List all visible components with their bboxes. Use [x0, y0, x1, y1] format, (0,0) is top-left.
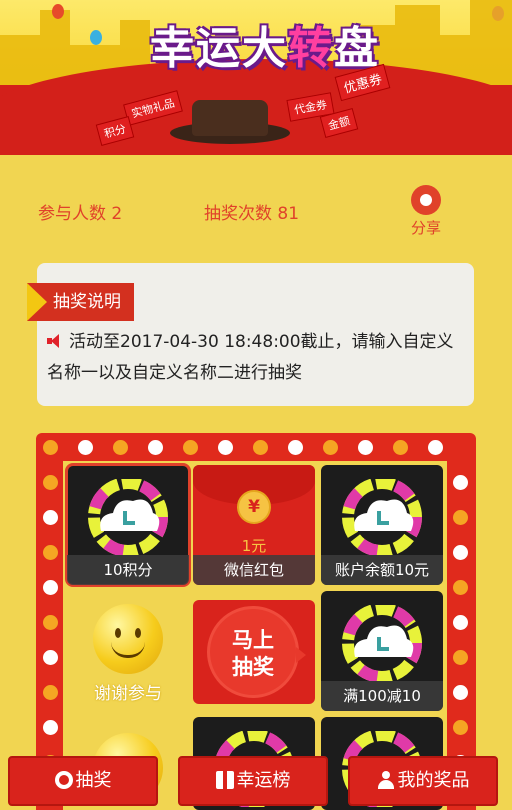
frame-light [453, 510, 468, 525]
prize-cell: 账户余额10元 [321, 465, 443, 585]
lifebuoy-icon [54, 771, 73, 789]
hat-crown [192, 100, 268, 136]
nav-draw-label: 抽奖 [75, 770, 112, 791]
prize-label: 10积分 [67, 555, 189, 585]
frame-light [453, 545, 468, 560]
nav-draw-button[interactable]: 抽奖 [8, 756, 158, 806]
frame-light [43, 580, 58, 595]
cloud-logo-icon [342, 479, 422, 555]
cloud-logo-icon [88, 479, 168, 555]
speaker-icon [47, 334, 65, 348]
frame-light [453, 685, 468, 700]
banner-title: 幸运大转盘 [150, 12, 380, 76]
frame-light [453, 580, 468, 595]
prize-cell: ¥ 1元 微信红包 [193, 465, 315, 585]
frame-light [428, 440, 443, 455]
share-button[interactable]: 分享 [408, 185, 444, 238]
start-label-line1: 马上 [232, 628, 274, 652]
frame-light [218, 440, 233, 455]
frame-light [43, 545, 58, 560]
frame-light [358, 440, 373, 455]
frame-light [453, 720, 468, 735]
frame-light [453, 650, 468, 665]
balloon-icon [52, 4, 64, 19]
prize-label: 满100减10 [321, 681, 443, 711]
rules-card: 抽奖说明 活动至2017-04-30 18:48:00截止，请输入自定义名称一以… [27, 263, 474, 406]
notice-text: 活动至2017-04-30 18:48:00截止，请输入自定义名称一以及自定义名… [47, 332, 454, 383]
frame-light [393, 440, 408, 455]
frame-light [453, 475, 468, 490]
balloon-icon [90, 30, 102, 45]
participants-count: 参与人数 2 [38, 204, 123, 224]
frame-light [288, 440, 303, 455]
nav-ranking-label: 幸运榜 [236, 770, 291, 791]
prize-label: 微信红包 [193, 555, 315, 585]
frame-light [253, 440, 268, 455]
share-label: 分享 [410, 219, 441, 237]
rules-ribbon: 抽奖说明 [27, 283, 134, 321]
draws-count: 抽奖次数 81 [204, 204, 300, 224]
banner-title-part: 幸运大 [150, 23, 288, 74]
prize-label: 谢谢参与 [94, 684, 162, 704]
frame-light [43, 720, 58, 735]
prize-cell: 10积分 [65, 463, 191, 587]
start-draw-button[interactable]: 马上 抽奖 [207, 606, 306, 698]
cloud-logo-icon [342, 605, 422, 681]
banner: 幸运大转盘 实物礼品 优惠券 代金券 积分 金额 [0, 0, 512, 155]
prize-label: 账户余额10元 [321, 555, 443, 585]
nav-my-prizes-label: 我的奖品 [397, 770, 470, 791]
frame-light [453, 615, 468, 630]
nav-ranking-button[interactable]: 幸运榜 [178, 756, 328, 806]
frame-light [148, 440, 163, 455]
frame-light [43, 615, 58, 630]
gift-icon [215, 771, 234, 789]
smiley-eye [135, 628, 141, 638]
frame-light [113, 440, 128, 455]
frame-light [323, 440, 338, 455]
prize-cell: 满100减10 [321, 591, 443, 711]
frame-light [43, 685, 58, 700]
frame-light [43, 475, 58, 490]
share-icon [411, 185, 441, 215]
rules-notice: 活动至2017-04-30 18:48:00截止，请输入自定义名称一以及自定义名… [47, 327, 457, 389]
frame-light [43, 510, 58, 525]
frame-light [43, 440, 58, 455]
smiley-icon [93, 604, 163, 674]
nav-my-prizes-button[interactable]: 我的奖品 [348, 756, 498, 806]
frame-light [78, 440, 93, 455]
balloon-icon [492, 6, 504, 21]
frame-light [183, 440, 198, 455]
magic-hat-icon [170, 100, 290, 148]
smiley-eye [115, 628, 121, 638]
frame-light [43, 650, 58, 665]
user-icon [377, 771, 395, 789]
prize-amount: 1元 [241, 537, 267, 555]
start-label-line2: 抽奖 [232, 655, 274, 679]
yuan-coin-icon: ¥ [237, 490, 271, 524]
smiley-mouth [111, 642, 145, 658]
banner-title-part: 转 [288, 23, 334, 74]
start-cell: 马上 抽奖 [193, 600, 315, 704]
